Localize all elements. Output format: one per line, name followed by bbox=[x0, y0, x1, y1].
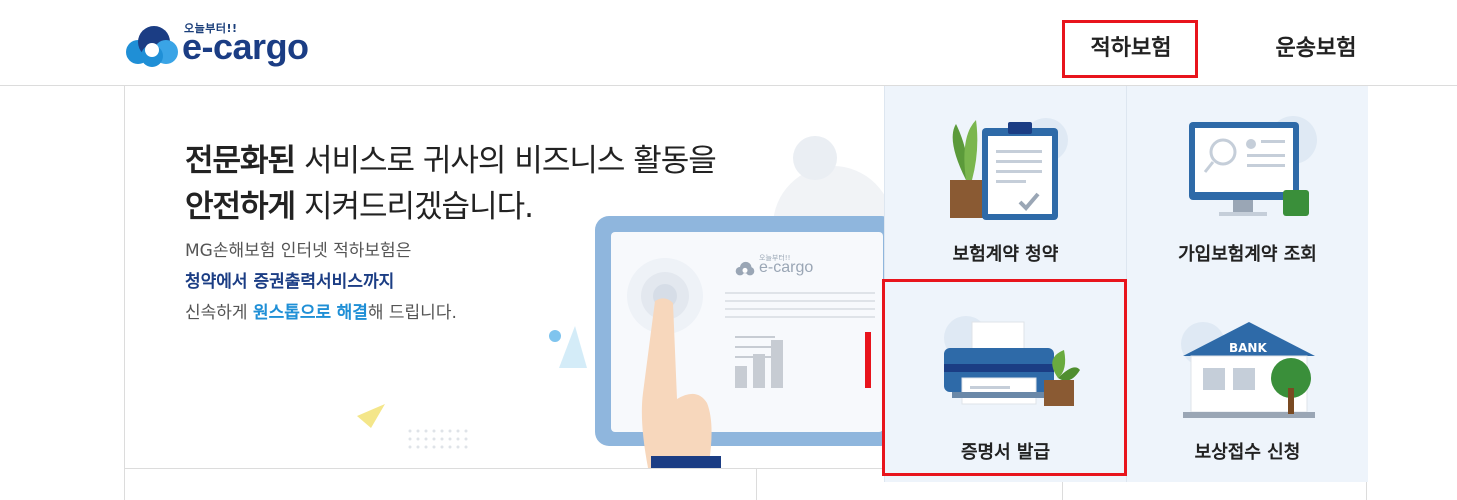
hero-description: MG손해보험 인터넷 적하보험은 청약에서 증권출력서비스까지 신속하게 원스톱… bbox=[185, 236, 457, 329]
bank-sign: BANK bbox=[1229, 341, 1267, 355]
nav-highlight-box bbox=[1062, 20, 1198, 78]
tile-label: 보상접수 신청 bbox=[1194, 442, 1301, 463]
hero-title-line1-bold: 전문화된 bbox=[185, 143, 296, 179]
nav-transport-insurance[interactable]: 운송보험 bbox=[1246, 22, 1386, 76]
monitor-logo-wordmark: e-cargo bbox=[759, 259, 814, 276]
hero-title-line2-bold: 안전하게 bbox=[185, 189, 296, 225]
hero-title-line2-rest: 지켜드리겠습니다. bbox=[295, 189, 534, 225]
hero-desc-line2: 청약에서 증권출력서비스까지 bbox=[185, 272, 395, 292]
monitor-search-icon bbox=[1188, 116, 1317, 216]
monitor-logo: 오늘부터!! e-cargo bbox=[735, 253, 845, 281]
e-cargo-logo[interactable]: 오늘부터!! e-cargo bbox=[124, 20, 334, 70]
hero-desc-line3-post: 해 드립니다. bbox=[367, 303, 457, 323]
monitor-cloud-icon bbox=[735, 261, 755, 276]
logo-wordmark: e-cargo bbox=[182, 26, 309, 67]
hero-title: 전문화된 서비스로 귀사의 비즈니스 활동을 안전하게 지켜드리겠습니다. bbox=[185, 138, 717, 230]
bank-building-icon: BANK bbox=[1180, 322, 1315, 418]
cloud-logo-icon bbox=[126, 26, 178, 67]
tile-claim-request[interactable]: BANK 보상접수 신청 bbox=[1126, 284, 1368, 482]
tile-highlight-box bbox=[882, 279, 1127, 476]
hero-desc-line3: 신속하게 원스톱으로 해결해 드립니다. bbox=[185, 298, 457, 329]
hero-desc-solve: 해결 bbox=[336, 303, 368, 323]
tile-contract-inquiry[interactable]: 가입보험계약 조회 bbox=[1126, 86, 1368, 284]
tile-insurance-application[interactable]: 보험계약 청약 bbox=[884, 86, 1126, 284]
hero-title-line1-rest: 서비스로 귀사의 비즈니스 활동을 bbox=[295, 143, 717, 179]
tile-label: 가입보험계약 조회 bbox=[1178, 244, 1317, 265]
header: 오늘부터!! e-cargo 적하보험 운송보험 bbox=[0, 0, 1457, 86]
tile-label: 보험계약 청약 bbox=[952, 244, 1059, 265]
clipboard-plant-icon bbox=[949, 118, 1068, 220]
hero-desc-line3-pre: 신속하게 bbox=[185, 303, 253, 323]
hero-desc-line1: MG손해보험 인터넷 적하보험은 bbox=[185, 241, 412, 261]
column-divider bbox=[756, 469, 757, 500]
hero-section: 전문화된 서비스로 귀사의 비즈니스 활동을 안전하게 지켜드리겠습니다. MG… bbox=[125, 86, 885, 468]
hero-desc-onestop: 원스톱으로 bbox=[252, 303, 332, 323]
